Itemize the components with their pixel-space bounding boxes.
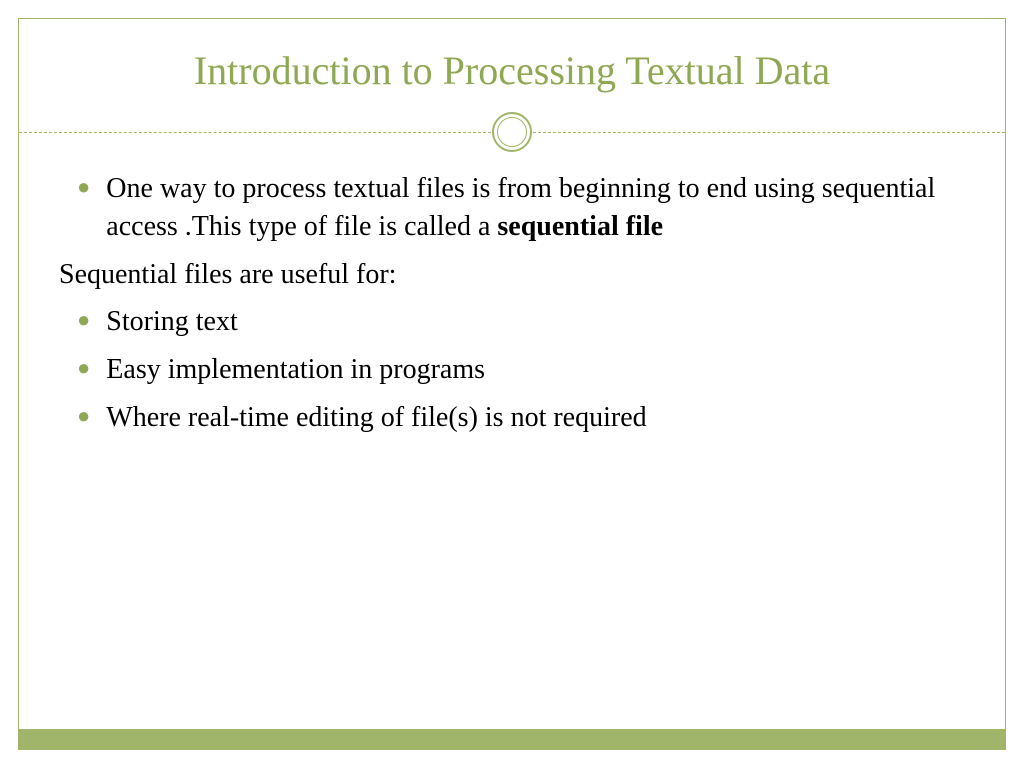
slide-frame: Introduction to Processing Textual Data …: [18, 18, 1006, 730]
bullet-marker-icon: ●: [77, 399, 90, 437]
divider-circle-icon: [492, 112, 532, 152]
title-divider: [19, 112, 1005, 152]
bullet-text: Storing text: [106, 303, 965, 341]
slide-title: Introduction to Processing Textual Data: [19, 19, 1005, 112]
bullet-item: ● Where real-time editing of file(s) is …: [59, 399, 965, 437]
bullet-text: One way to process textual files is from…: [106, 170, 965, 246]
bullet-text: Easy implementation in programs: [106, 351, 965, 389]
bullet-item: ● One way to process textual files is fr…: [59, 170, 965, 246]
plain-text: Sequential files are useful for:: [59, 256, 965, 294]
bullet-item: ● Easy implementation in programs: [59, 351, 965, 389]
bullet-text: Where real-time editing of file(s) is no…: [106, 399, 965, 437]
bullet-item: ● Storing text: [59, 303, 965, 341]
divider-circle-inner-icon: [497, 117, 527, 147]
slide-content: ● One way to process textual files is fr…: [19, 152, 1005, 467]
bullet-marker-icon: ●: [77, 170, 90, 246]
bottom-accent-bar: [18, 730, 1006, 750]
bullet-marker-icon: ●: [77, 351, 90, 389]
bullet-marker-icon: ●: [77, 303, 90, 341]
bullet-text-bold: sequential file: [497, 211, 663, 242]
